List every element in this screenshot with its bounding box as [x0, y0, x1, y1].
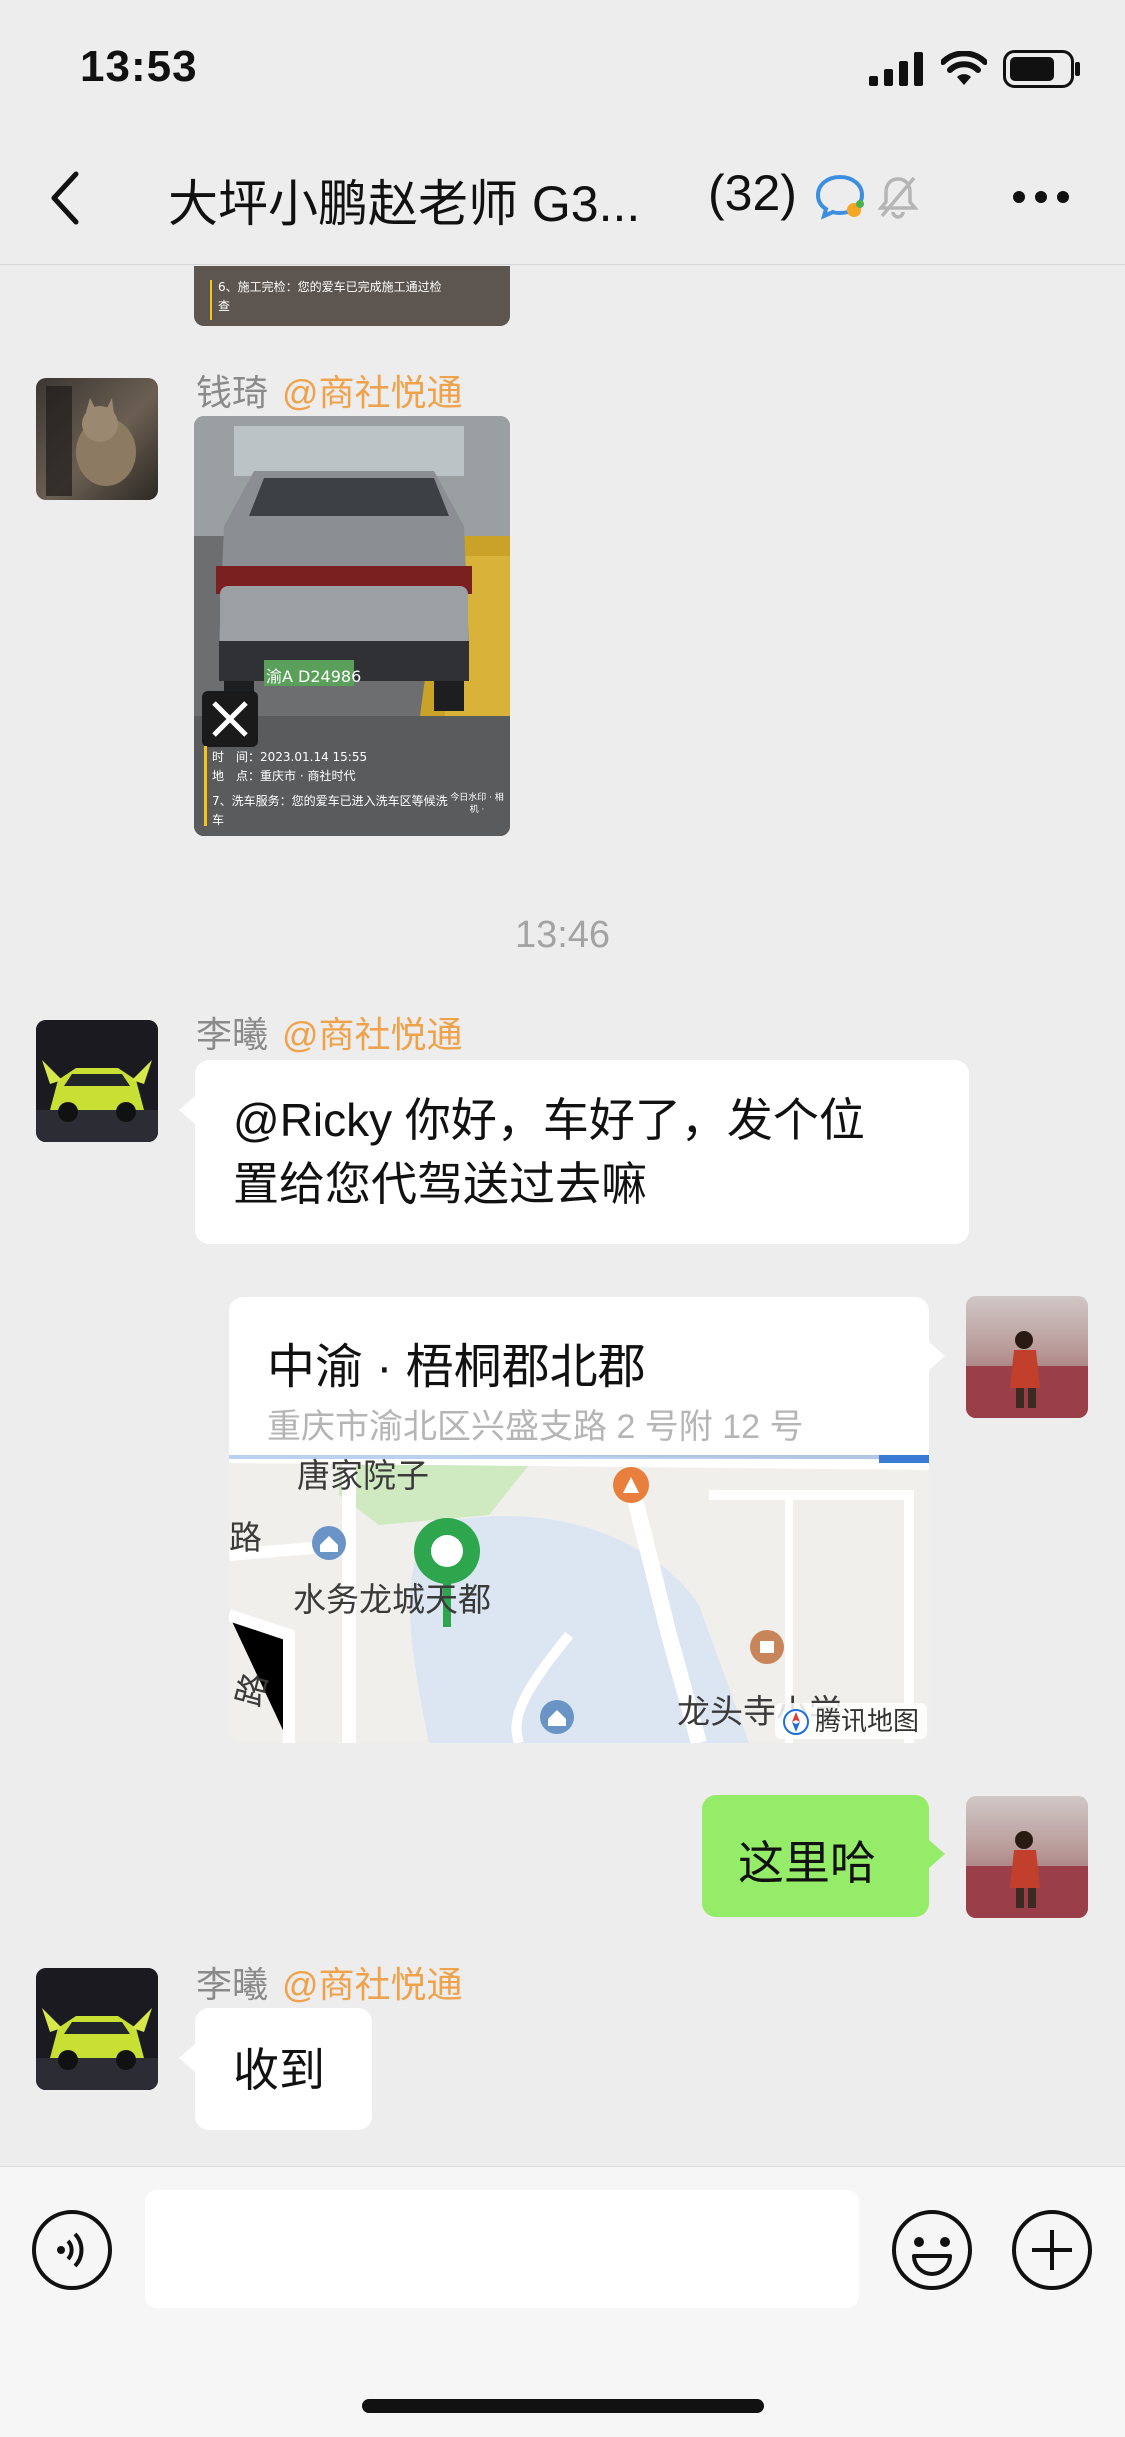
voice-icon[interactable]: [30, 2208, 114, 2292]
map-label-tangjia: 唐家院子: [297, 1457, 429, 1494]
sender-org: @商社悦通: [282, 1014, 463, 1055]
status-time: 13:53: [80, 42, 198, 91]
location-name: 中渝 · 梧桐郡北郡: [267, 1341, 646, 1394]
sender-org: @商社悦通: [282, 1964, 463, 2005]
message-text-line1: @Ricky 你好，车好了，发个位: [233, 1094, 865, 1146]
add-icon[interactable]: [1010, 2208, 1094, 2292]
car-avatar-icon: [36, 1020, 158, 1142]
cat-avatar-icon: [46, 386, 136, 496]
message-bubble[interactable]: @Ricky 你好，车好了，发个位 置给您代驾送过去嘛: [179, 1060, 969, 1244]
photo-place: 地 点：重庆市 · 商社时代: [212, 769, 356, 783]
avatar-lixi[interactable]: [36, 1968, 158, 2090]
location-map[interactable]: 唐家院子 路 水务龙城天都 路 龙头寺小学 腾讯地图: [229, 1455, 929, 1743]
sender-label: 钱琦 @商社悦通: [196, 364, 463, 416]
sender-name: 李曦: [196, 1014, 269, 1055]
chat-bubble-icon: [815, 174, 865, 220]
avatar-lixi[interactable]: [36, 1020, 158, 1142]
member-count: (32): [708, 165, 797, 221]
camera-tag: 今日水印 · 相机 ·: [450, 793, 504, 815]
location-address: 重庆市渝北区兴盛支路 2 号附 12 号: [267, 1408, 804, 1446]
battery-icon: [1003, 50, 1080, 88]
license-plate: 渝A D24986: [266, 667, 362, 686]
photo-time: 时 间：2023.01.14 15:55: [212, 750, 368, 764]
message-text: 收到: [233, 2044, 325, 2096]
avatar-self[interactable]: [966, 1796, 1088, 1918]
avatar-qianqi[interactable]: [36, 378, 158, 500]
home-indicator: [362, 2399, 764, 2413]
sender-label: 李曦 @商社悦通: [196, 1956, 463, 2008]
self-message-bubble[interactable]: 这里哈: [702, 1795, 945, 1917]
header-divider: [0, 264, 1125, 265]
photo-service: 7、洗车服务：您的爱车已进入洗车区等候洗车: [212, 794, 448, 827]
message-text-line2: 置给您代驾送过去嘛: [233, 1158, 647, 1210]
map-provider: 腾讯地图: [815, 1706, 920, 1736]
avatar-self[interactable]: [966, 1296, 1088, 1418]
sender-label: 李曦 @商社悦通: [196, 1006, 463, 1058]
map-provider-badge: 腾讯地图: [775, 1703, 928, 1739]
timestamp: 13:46: [514, 914, 611, 956]
map-label-road: 路: [229, 1519, 262, 1556]
sender-org: @商社悦通: [282, 372, 463, 413]
sender-name: 钱琦: [196, 372, 269, 413]
photo-caption: 6、施工完检：您的爱车已完成施工通过检查: [218, 280, 442, 313]
message-input[interactable]: [145, 2190, 859, 2308]
signal-icon: [869, 52, 923, 86]
person-avatar-icon: [966, 1831, 1088, 1918]
previous-photo[interactable]: 6、施工完检：您的爱车已完成施工通过检查: [194, 266, 510, 326]
message-bubble[interactable]: 收到: [179, 2008, 372, 2130]
map-label-shuiwu: 水务龙城天都: [293, 1581, 491, 1618]
group-title: 大坪小鹏赵老师 G3...: [168, 176, 641, 232]
compass-icon: [783, 1709, 809, 1735]
person-avatar-icon: [966, 1331, 1088, 1418]
more-icon[interactable]: [1012, 190, 1070, 204]
emoji-icon[interactable]: [890, 2208, 974, 2292]
car-avatar-icon: [36, 1968, 158, 2090]
wifi-icon: [941, 51, 987, 85]
sender-name: 李曦: [196, 1964, 269, 2005]
car-wash-photo[interactable]: 渝A D24986 时 间：2023.01.14 15:55 地 点：重庆市 ·…: [194, 416, 510, 836]
status-icons: [869, 48, 1081, 90]
self-message-text: 这里哈: [738, 1837, 876, 1889]
location-card[interactable]: 中渝 · 梧桐郡北郡 重庆市渝北区兴盛支路 2 号附 12 号 唐家院子 路 水…: [229, 1297, 945, 1743]
back-arrow-icon[interactable]: [46, 168, 82, 228]
mute-bell-icon: [878, 176, 918, 219]
